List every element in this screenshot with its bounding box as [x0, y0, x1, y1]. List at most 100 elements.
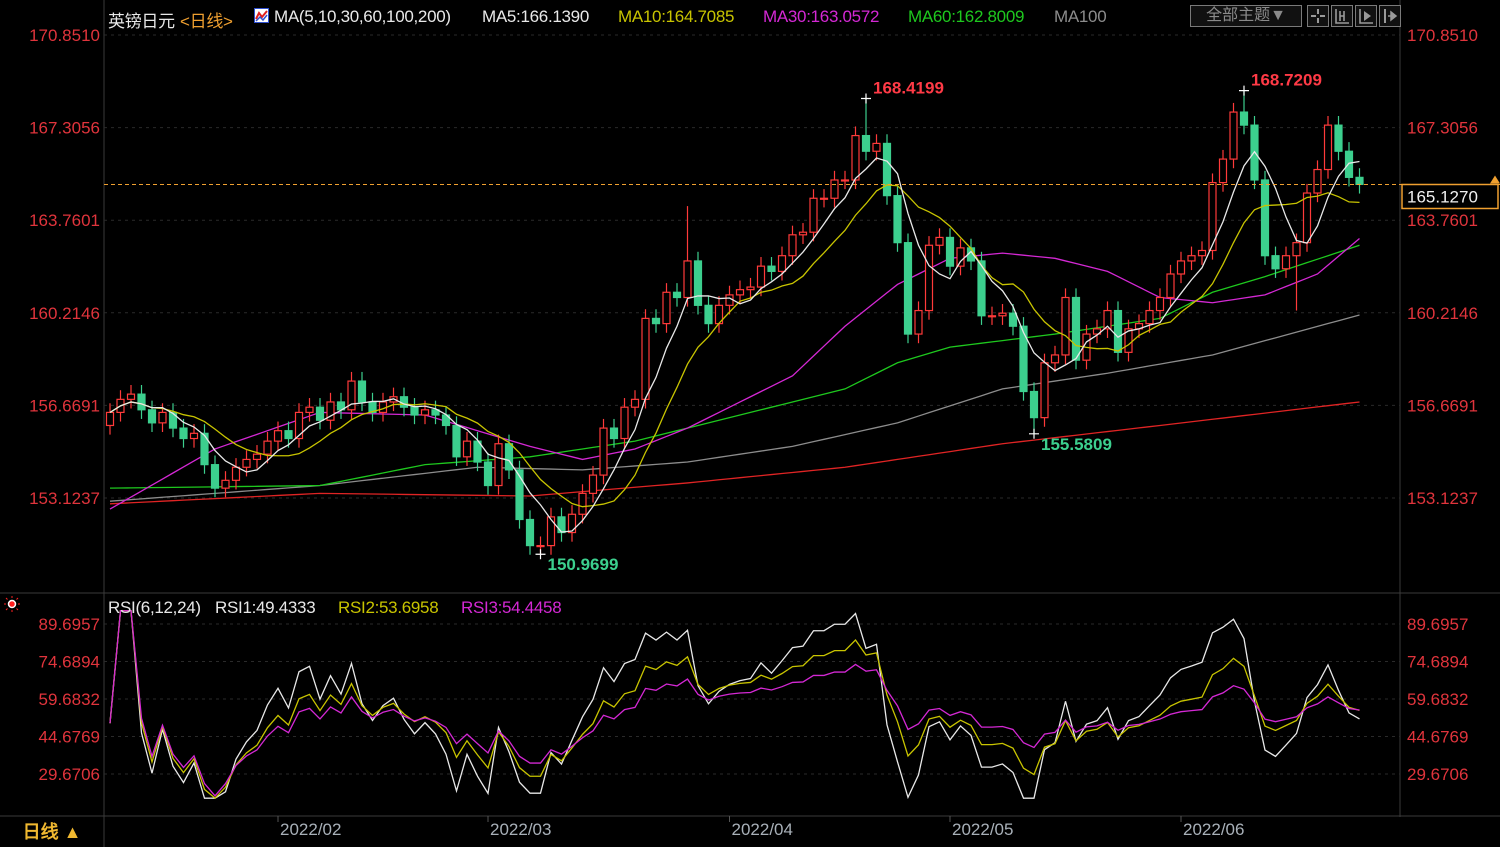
candle	[767, 257, 776, 281]
candle	[399, 387, 409, 417]
candle-body	[662, 291, 671, 325]
candle-body	[189, 432, 199, 440]
indicator-settings-icon[interactable]	[4, 596, 20, 612]
rsi2-value: RSI2:53.6958	[338, 598, 439, 617]
candle-body	[126, 393, 136, 400]
candle-body	[305, 406, 314, 414]
candle-body	[924, 244, 934, 312]
indicator-chart-icon[interactable]	[254, 8, 269, 23]
candle-body	[809, 197, 818, 233]
high-price-label: 168.4199	[873, 78, 944, 97]
candle-body	[1050, 354, 1060, 364]
candle-body	[1166, 273, 1175, 299]
candle	[1229, 102, 1238, 169]
candle-body	[588, 474, 598, 494]
candle	[252, 445, 262, 469]
candle-body	[1040, 362, 1049, 419]
candle-body	[221, 479, 230, 489]
candles	[105, 90, 1364, 555]
candle	[903, 233, 913, 344]
candle-body	[693, 260, 703, 306]
candle	[693, 251, 703, 315]
candle-body	[1008, 312, 1018, 327]
candle	[882, 134, 892, 205]
candle-body	[851, 134, 860, 181]
candle-body	[1229, 111, 1238, 160]
candle	[630, 390, 640, 417]
candle	[137, 384, 146, 419]
candle	[1019, 317, 1028, 401]
candle-body	[861, 134, 871, 152]
candle-body	[399, 396, 409, 408]
candle-body	[641, 317, 650, 400]
candle-body	[830, 179, 839, 199]
rsi-params: RSI(6,12,24)	[108, 598, 201, 617]
candle-body	[137, 393, 146, 411]
candle	[1334, 115, 1343, 161]
candle-body	[987, 315, 997, 318]
candle	[1218, 149, 1228, 192]
candle-body	[735, 289, 745, 296]
candle	[557, 507, 566, 542]
candle-body	[504, 443, 514, 471]
candle	[1176, 251, 1186, 284]
candle	[683, 206, 692, 307]
ma60-value: MA60:162.8009	[908, 7, 1025, 26]
candle	[1208, 173, 1217, 260]
candle	[546, 507, 556, 555]
candle-body	[1113, 309, 1123, 353]
rsi-tick-left: 74.6894	[39, 653, 100, 672]
candle-body	[914, 309, 923, 335]
candle	[756, 257, 766, 297]
candle-body	[704, 304, 713, 325]
price-tick-left: 160.2146	[29, 304, 100, 323]
crosshair-icon[interactable]	[1307, 5, 1329, 27]
candle	[210, 455, 220, 498]
theme-dropdown[interactable]: 全部主题▼	[1190, 5, 1302, 27]
candle	[347, 371, 356, 419]
rsi-tick-right: 29.6706	[1407, 765, 1468, 784]
rsi-tick-left: 59.6832	[39, 690, 100, 709]
date-tick-label: 2022/06	[1183, 820, 1244, 839]
date-tick-label: 2022/03	[490, 820, 551, 839]
candle	[567, 505, 577, 542]
candle-body	[1323, 124, 1333, 171]
play-forward-icon[interactable]	[1355, 5, 1377, 27]
candle-body	[536, 545, 545, 548]
candle	[935, 228, 944, 255]
candle-body	[1176, 260, 1186, 275]
candle	[746, 277, 755, 299]
chart-canvas[interactable]: 170.8510 170.8510 167.3056 167.3056 163.7601…	[0, 0, 1500, 847]
candle	[515, 460, 524, 529]
candle	[1166, 264, 1175, 307]
period-tag: <日线>	[180, 12, 233, 31]
rsi-tick-right: 89.6957	[1407, 615, 1468, 634]
price-tick-right: 167.3056	[1407, 119, 1478, 138]
candle	[798, 223, 808, 244]
ma-params: MA(5,10,30,60,100,200)	[274, 7, 451, 26]
move-right-icon[interactable]	[1379, 5, 1401, 27]
ma5-value: MA5:166.1390	[482, 7, 589, 26]
candle	[1071, 288, 1081, 370]
candle	[410, 398, 419, 425]
candle	[336, 392, 346, 419]
candle	[294, 403, 304, 448]
candle-body	[903, 242, 913, 335]
candle-body	[1029, 390, 1039, 419]
zoom-range-icon[interactable]	[1331, 5, 1353, 27]
extreme-marker	[861, 93, 871, 104]
candle-body	[651, 317, 661, 325]
low-price-label: 150.9699	[548, 555, 619, 574]
period-selector[interactable]: 日线 ▲	[0, 817, 104, 847]
candle-body	[1155, 296, 1165, 312]
candle-body	[1355, 176, 1364, 186]
date-tick-label: 2022/02	[280, 820, 341, 839]
candle	[305, 398, 314, 422]
symbol-title: 英镑日元	[108, 12, 175, 31]
candle-body	[756, 265, 766, 288]
candle-body	[1292, 242, 1301, 257]
extreme-marker	[535, 549, 546, 560]
candle	[809, 189, 818, 242]
candle-body	[578, 492, 587, 515]
candle-body	[599, 427, 608, 476]
